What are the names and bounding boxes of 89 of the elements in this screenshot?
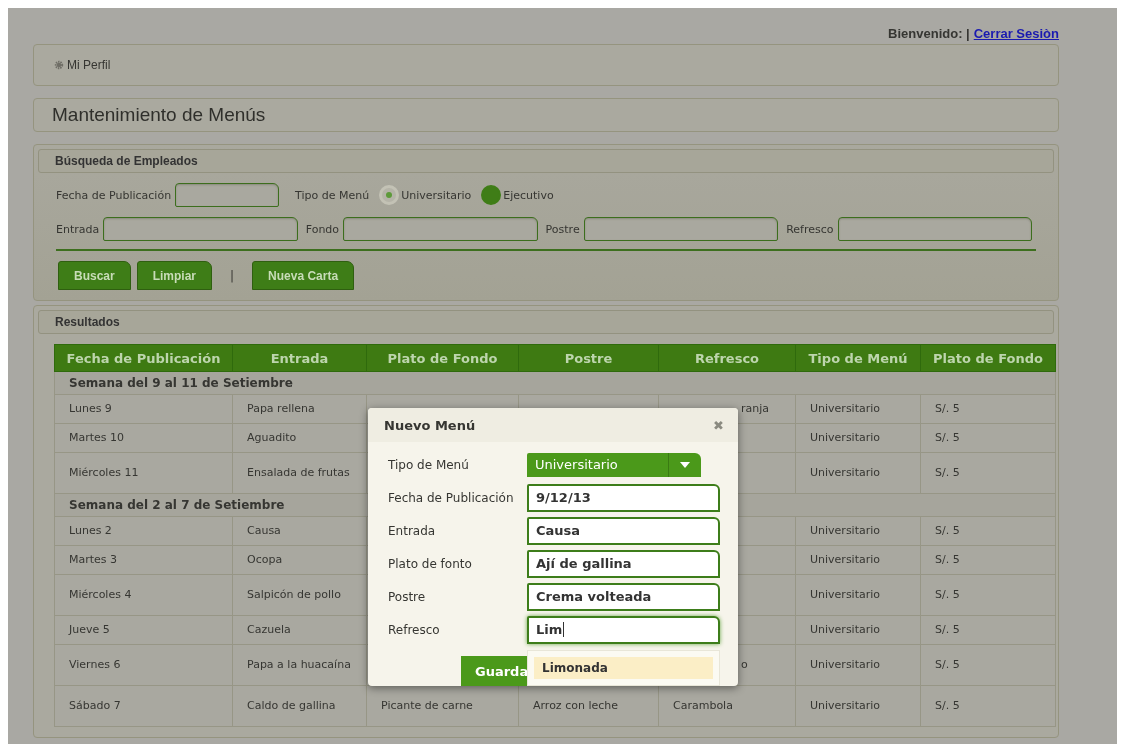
new-menu-button[interactable]: Nueva Carta	[252, 261, 355, 290]
table-cell: Lunes 9	[54, 394, 233, 424]
column-header: Postre	[518, 344, 659, 372]
table-cell: Salpicón de pollo	[232, 574, 367, 616]
field-label: Refresco	[388, 622, 441, 637]
menu-type-select[interactable]: Universitario	[527, 452, 701, 477]
table-cell: Cazuela	[232, 615, 367, 645]
table-cell: Caldo de gallina	[232, 685, 367, 727]
text-input[interactable]: Ají de gallina	[527, 549, 720, 578]
field-label: Fecha de Publicación	[56, 188, 172, 202]
field-label: Fecha de Publicación	[388, 490, 515, 505]
table-cell: Ensalada de frutas	[232, 452, 367, 494]
logout-link[interactable]: Cerrar Sesiòn	[973, 25, 1059, 41]
dialog-title: Nuevo Menú	[384, 417, 476, 433]
text-input[interactable]: Crema volteada	[527, 582, 720, 611]
section-header: Resultados	[38, 310, 1054, 334]
column-header: Refresco	[658, 344, 796, 372]
column-header: Plato de Fondo	[366, 344, 519, 372]
table-cell: S/. 5	[920, 574, 1056, 616]
page-title: Mantenimiento de Menús	[52, 104, 266, 126]
column-header: Tipo de Menú	[795, 344, 921, 372]
table-cell: Papa a la huacaína	[232, 644, 367, 686]
table-cell: Universitario	[795, 644, 921, 686]
text-input[interactable]	[837, 217, 1033, 241]
text-input[interactable]: Lim	[527, 615, 720, 644]
table-cell: S/. 5	[920, 394, 1056, 424]
table-cell: Picante de carne	[366, 685, 519, 727]
table-cell: Universitario	[795, 452, 921, 494]
table-cell: S/. 5	[920, 423, 1056, 453]
table-cell: Universitario	[795, 394, 921, 424]
table-cell: Universitario	[795, 545, 921, 575]
field-label: Tipo de Menú	[295, 188, 370, 202]
column-header: Plato de Fondo	[920, 344, 1056, 372]
table-cell: S/. 5	[920, 615, 1056, 645]
text-input[interactable]	[343, 217, 538, 241]
welcome-text: Bienvenido: |	[888, 25, 970, 41]
table-cell: Universitario	[795, 615, 921, 645]
table-cell: S/. 5	[920, 545, 1056, 575]
table-cell: Martes 3	[54, 545, 233, 575]
field-label: Entrada	[388, 523, 437, 538]
text-input[interactable]: Causa	[527, 516, 720, 545]
table-cell: Carambola	[658, 685, 796, 727]
column-header: Fecha de Publicación	[54, 344, 233, 372]
table-cell: Universitario	[795, 574, 921, 616]
text-input[interactable]: 9/12/13	[527, 483, 720, 512]
table-cell: Papa rellena	[232, 394, 367, 424]
group-row: Semana del 9 al 11 de Setiembre	[54, 371, 1056, 395]
column-header: Entrada	[232, 344, 367, 372]
section-header: Búsqueda de Empleados	[38, 149, 1054, 173]
table-cell: Martes 10	[54, 423, 233, 453]
table-cell: Lunes 2	[54, 516, 233, 546]
table-cell: Universitario	[795, 423, 921, 453]
table-cell: Jueve 5	[54, 615, 233, 645]
radio-label: Universitario	[401, 188, 472, 202]
table-cell: Viernes 6	[54, 644, 233, 686]
field-label: Entrada	[56, 222, 100, 236]
separator-text: |	[230, 268, 235, 283]
table-cell: Universitario	[795, 685, 921, 727]
table-cell: Miércoles 11	[54, 452, 233, 494]
table-cell: Ocopa	[232, 545, 367, 575]
text-input[interactable]	[583, 217, 779, 241]
field-label: Postre	[388, 589, 427, 604]
table-cell: S/. 5	[920, 452, 1056, 494]
table-cell: Sábado 7	[54, 685, 233, 727]
table-cell: Universitario	[795, 516, 921, 546]
field-label: Refresco	[786, 222, 834, 236]
radio-button[interactable]	[481, 185, 502, 205]
table-cell: Arroz con leche	[518, 685, 659, 727]
field-label: Tipo de Menú	[388, 457, 470, 472]
field-label: Postre	[545, 222, 580, 236]
table-cell: S/. 5	[920, 685, 1056, 727]
text-input[interactable]	[103, 217, 298, 241]
caret-icon	[680, 461, 690, 468]
save-button[interactable]: Guarda	[461, 656, 527, 686]
radio-button[interactable]	[379, 185, 400, 205]
table-cell: Miércoles 4	[54, 574, 233, 616]
table-cell: S/. 5	[920, 516, 1056, 546]
suggestion-item[interactable]: Limonada	[534, 657, 713, 679]
radio-label: Ejecutivo	[503, 188, 554, 202]
table-cell: S/. 5	[920, 644, 1056, 686]
table-cell: Causa	[232, 516, 367, 546]
field-label: Plato de fonto	[388, 556, 473, 571]
field-label: Fondo	[305, 222, 340, 236]
gear-icon	[54, 60, 64, 70]
date-input[interactable]	[175, 183, 280, 207]
action-button[interactable]: Limpiar	[136, 261, 213, 290]
action-button[interactable]: Buscar	[58, 261, 131, 290]
profile-link[interactable]: Mi Perfil	[67, 58, 111, 72]
table-cell: Aguadito	[232, 423, 367, 453]
